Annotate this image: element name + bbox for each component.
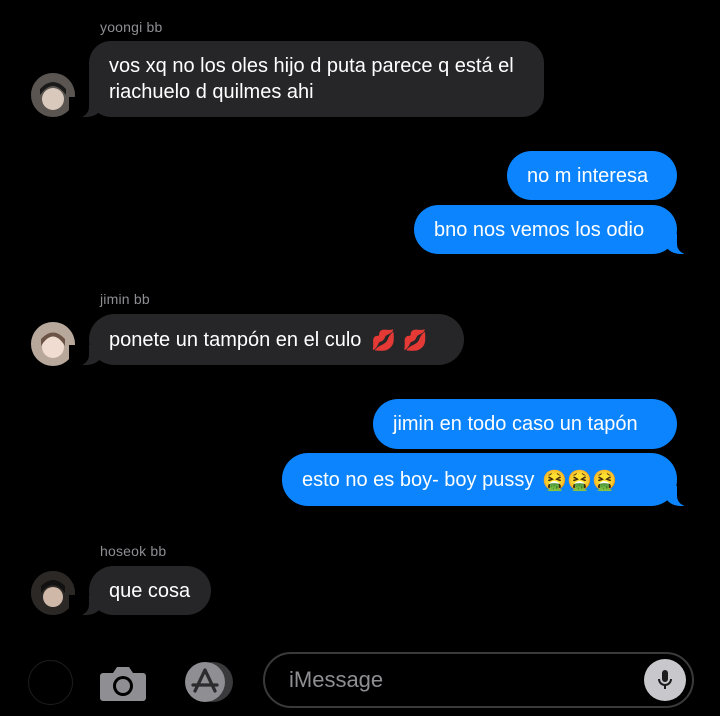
message-input-placeholder: iMessage [289, 667, 384, 692]
apps-circle-icon[interactable] [28, 660, 73, 705]
message-bubble-outgoing[interactable]: no m interesa [507, 151, 677, 200]
message-input[interactable]: iMessage [263, 652, 694, 708]
vomit-emoji: 🤮🤮🤮 [542, 467, 618, 492]
message-text: esto no es boy- boy pussy [302, 468, 535, 491]
message-text: ponete un tampón en el culo [109, 328, 362, 351]
kiss-emoji: 💋 💋 [371, 327, 428, 352]
sender-name: hoseok bb [100, 543, 167, 559]
message-text: no m interesa [527, 164, 649, 187]
sender-name: jimin bb [100, 291, 150, 307]
message-bubble-outgoing[interactable]: esto no es boy- boy pussy 🤮🤮🤮 [282, 453, 697, 506]
message-bubble-incoming[interactable]: ponete un tampón en el culo 💋 💋 [69, 314, 464, 365]
message-text: bno nos vemos los odio [434, 218, 645, 241]
message-bubble-incoming[interactable]: que cosa [69, 566, 211, 615]
message-text: que cosa [109, 579, 191, 602]
message-bubble-incoming[interactable]: vos xq no los oles hijo d puta parece q … [69, 41, 544, 117]
sender-name: yoongi bb [100, 19, 163, 35]
message-bubble-outgoing[interactable]: bno nos vemos los odio [414, 205, 697, 254]
message-text: vos xq no los oles hijo d puta parece q … [109, 55, 514, 103]
app-store-icon[interactable] [179, 661, 237, 703]
camera-icon[interactable] [99, 661, 147, 703]
microphone-icon[interactable] [644, 659, 686, 701]
message-text: jimin en todo caso un tapón [393, 413, 638, 435]
message-bubble-outgoing[interactable]: jimin en todo caso un tapón [373, 399, 677, 449]
